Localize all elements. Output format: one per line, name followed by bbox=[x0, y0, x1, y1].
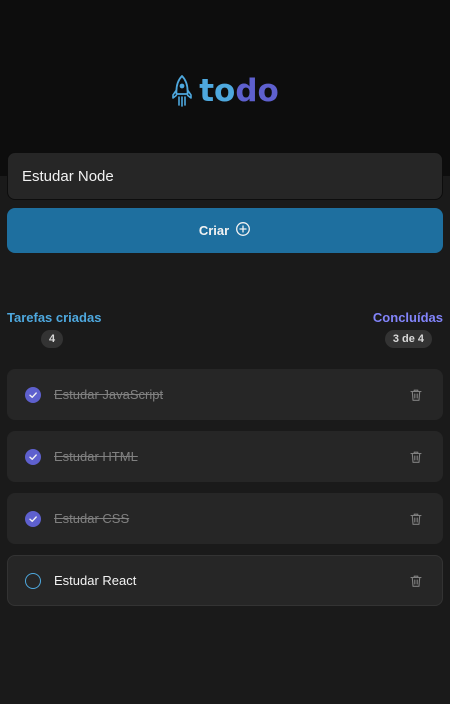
task-checkbox[interactable] bbox=[25, 386, 41, 403]
logo-text-suffix: do bbox=[235, 73, 279, 109]
task-text: Estudar JavaScript bbox=[54, 387, 164, 402]
new-task-form: Criar bbox=[7, 152, 443, 253]
task-checkbox[interactable] bbox=[25, 572, 41, 589]
task-item: Estudar React bbox=[7, 555, 443, 606]
logo-text: todo bbox=[199, 73, 279, 109]
rocket-icon bbox=[171, 75, 193, 107]
created-tasks-stat: Tarefas criadas 4 bbox=[7, 310, 102, 348]
logo-text-prefix: to bbox=[199, 73, 236, 109]
create-button[interactable]: Criar bbox=[7, 208, 443, 253]
check-icon bbox=[29, 391, 37, 398]
completed-tasks-label: Concluídas bbox=[372, 310, 443, 325]
completed-tasks-count: 3 de 4 bbox=[384, 330, 432, 348]
created-tasks-count: 4 bbox=[41, 330, 64, 348]
task-text: Estudar CSS bbox=[54, 511, 130, 526]
create-button-label: Criar bbox=[198, 223, 230, 238]
task-input[interactable] bbox=[7, 152, 443, 200]
task-list: Estudar JavaScript Estudar HTML Estudar … bbox=[7, 369, 443, 617]
header: todo bbox=[0, 0, 450, 176]
task-text: Estudar HTML bbox=[54, 449, 138, 464]
task-text: Estudar React bbox=[54, 573, 137, 588]
plus-circle-icon bbox=[235, 221, 251, 240]
trash-icon[interactable] bbox=[406, 571, 426, 591]
task-item: Estudar HTML bbox=[7, 431, 443, 482]
logo: todo bbox=[171, 73, 279, 109]
task-checkbox[interactable] bbox=[25, 448, 41, 465]
check-icon bbox=[29, 515, 37, 522]
check-icon bbox=[29, 453, 37, 460]
task-item: Estudar JavaScript bbox=[7, 369, 443, 420]
task-item: Estudar CSS bbox=[7, 493, 443, 544]
trash-icon[interactable] bbox=[406, 509, 426, 529]
trash-icon[interactable] bbox=[406, 447, 426, 467]
completed-tasks-stat: Concluídas 3 de 4 bbox=[372, 310, 443, 348]
created-tasks-label: Tarefas criadas bbox=[7, 310, 102, 325]
task-checkbox[interactable] bbox=[25, 510, 41, 527]
trash-icon[interactable] bbox=[406, 385, 426, 405]
